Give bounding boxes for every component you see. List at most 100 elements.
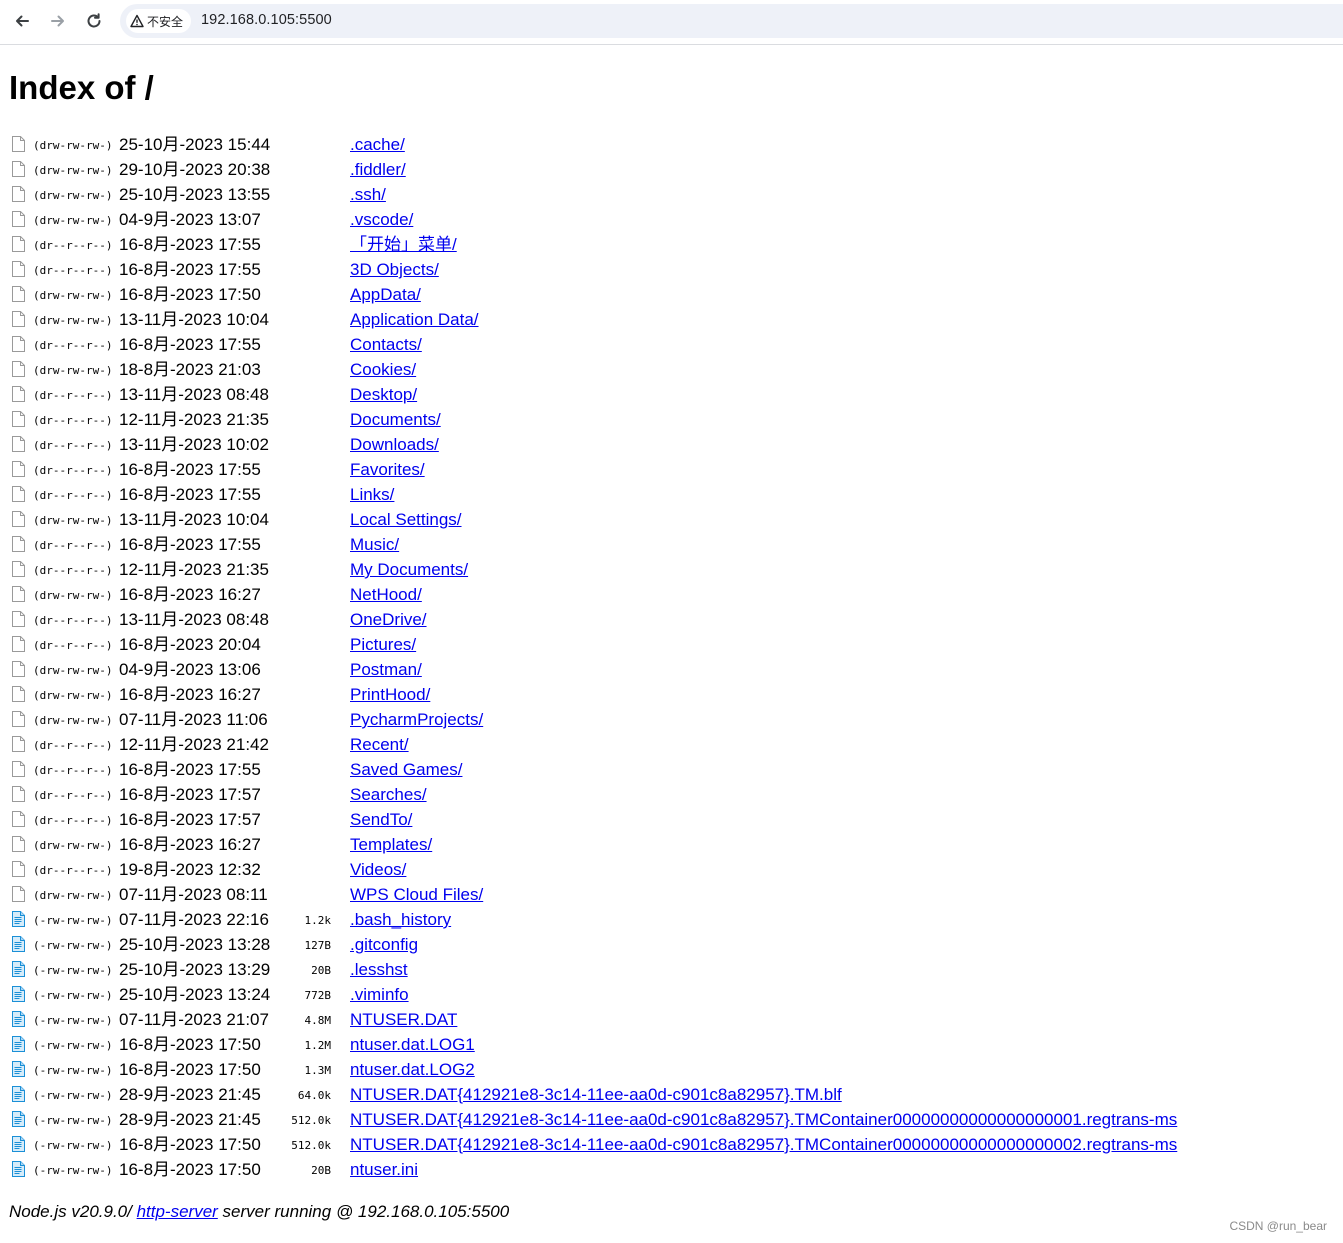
back-button[interactable] xyxy=(9,8,35,34)
text-file-icon xyxy=(12,985,25,1002)
entry-link[interactable]: NetHood/ xyxy=(350,582,422,607)
modified-date: 16-8月-2023 17:57 xyxy=(119,810,261,829)
entry-link[interactable]: Documents/ xyxy=(350,407,441,432)
modified-date: 13-11月-2023 10:02 xyxy=(119,435,269,454)
entry-link[interactable]: Searches/ xyxy=(350,782,427,807)
blank-page-icon xyxy=(12,785,25,802)
modified-date: 13-11月-2023 08:48 xyxy=(119,610,269,629)
entry-link[interactable]: Favorites/ xyxy=(350,457,425,482)
entry-link[interactable]: .vscode/ xyxy=(350,207,413,232)
entry-link[interactable]: .bash_history xyxy=(350,907,451,932)
file-size: 512.0k xyxy=(291,1139,331,1152)
permissions-text: (drw-rw-rw-) xyxy=(33,214,113,227)
entry-link[interactable]: PycharmProjects/ xyxy=(350,707,483,732)
entry-link[interactable]: ntuser.ini xyxy=(350,1157,418,1182)
blank-page-icon xyxy=(12,460,25,477)
entry-link[interactable]: Cookies/ xyxy=(350,357,416,382)
entry-link[interactable]: PrintHood/ xyxy=(350,682,430,707)
list-item: (-rw-rw-rw-) 16-8月-2023 17:50 1.2M ntuse… xyxy=(11,1032,1211,1057)
file-size: 1.2k xyxy=(304,914,332,927)
entry-link[interactable]: .ssh/ xyxy=(350,182,386,207)
blank-page-icon xyxy=(12,385,25,402)
entry-link[interactable]: SendTo/ xyxy=(350,807,412,832)
list-item: (drw-rw-rw-) 25-10月-2023 13:55 .ssh/ xyxy=(11,182,1211,207)
entry-link[interactable]: Saved Games/ xyxy=(350,757,462,782)
modified-date: 19-8月-2023 12:32 xyxy=(119,860,261,879)
file-size: 127B xyxy=(304,939,332,952)
entry-link[interactable]: NTUSER.DAT xyxy=(350,1007,457,1032)
modified-date: 12-11月-2023 21:35 xyxy=(119,410,269,429)
entry-link[interactable]: WPS Cloud Files/ xyxy=(350,882,483,907)
url-text[interactable]: 192.168.0.105:5500 xyxy=(201,12,332,28)
entry-link[interactable]: AppData/ xyxy=(350,282,421,307)
modified-date: 28-9月-2023 21:45 xyxy=(119,1110,261,1129)
entry-link[interactable]: Music/ xyxy=(350,532,399,557)
permissions-text: (-rw-rw-rw-) xyxy=(33,1139,113,1152)
entry-link[interactable]: Links/ xyxy=(350,482,394,507)
modified-date: 16-8月-2023 17:57 xyxy=(119,785,261,804)
permissions-text: (drw-rw-rw-) xyxy=(33,314,113,327)
entry-link[interactable]: OneDrive/ xyxy=(350,607,427,632)
entry-link[interactable]: .fiddler/ xyxy=(350,157,406,182)
modified-date: 25-10月-2023 13:55 xyxy=(119,185,271,204)
list-item: (dr--r--r--) 12-11月-2023 21:35 Documents… xyxy=(11,407,1211,432)
entry-link[interactable]: Local Settings/ xyxy=(350,507,462,532)
modified-date: 16-8月-2023 16:27 xyxy=(119,685,261,704)
list-item: (dr--r--r--) 16-8月-2023 17:55 Music/ xyxy=(11,532,1211,557)
http-server-link[interactable]: http-server xyxy=(137,1202,218,1221)
blank-page-icon xyxy=(12,410,25,427)
entry-link[interactable]: Templates/ xyxy=(350,832,432,857)
list-item: (dr--r--r--) 16-8月-2023 17:57 SendTo/ xyxy=(11,807,1211,832)
entry-link[interactable]: ntuser.dat.LOG2 xyxy=(350,1057,475,1082)
entry-link[interactable]: Postman/ xyxy=(350,657,422,682)
modified-date: 16-8月-2023 17:50 xyxy=(119,1160,261,1179)
modified-date: 04-9月-2023 13:07 xyxy=(119,210,261,229)
entry-link[interactable]: Contacts/ xyxy=(350,332,422,357)
entry-link[interactable]: Desktop/ xyxy=(350,382,417,407)
permissions-text: (drw-rw-rw-) xyxy=(33,189,113,202)
list-item: (-rw-rw-rw-) 16-8月-2023 17:50 1.3M ntuse… xyxy=(11,1057,1211,1082)
blank-page-icon xyxy=(12,560,25,577)
entry-link[interactable]: Pictures/ xyxy=(350,632,416,657)
entry-link[interactable]: My Documents/ xyxy=(350,557,468,582)
blank-page-icon xyxy=(12,585,25,602)
entry-link[interactable]: ntuser.dat.LOG1 xyxy=(350,1032,475,1057)
entry-link[interactable]: Downloads/ xyxy=(350,432,439,457)
entry-link[interactable]: .gitconfig xyxy=(350,932,418,957)
modified-date: 25-10月-2023 13:24 xyxy=(119,985,271,1004)
text-file-icon xyxy=(12,935,25,952)
entry-link[interactable]: Recent/ xyxy=(350,732,409,757)
modified-date: 16-8月-2023 17:55 xyxy=(119,535,261,554)
entry-link[interactable]: Videos/ xyxy=(350,857,406,882)
entry-link[interactable]: 3D Objects/ xyxy=(350,257,439,282)
blank-page-icon xyxy=(12,635,25,652)
entry-link[interactable]: NTUSER.DAT{412921e8-3c14-11ee-aa0d-c901c… xyxy=(350,1082,842,1107)
entry-link[interactable]: .viminfo xyxy=(350,982,409,1007)
modified-date: 25-10月-2023 13:28 xyxy=(119,935,271,954)
blank-page-icon xyxy=(12,760,25,777)
browser-toolbar: 不安全 192.168.0.105:5500 xyxy=(0,0,1343,45)
blank-page-icon xyxy=(12,735,25,752)
modified-date: 16-8月-2023 17:55 xyxy=(119,760,261,779)
entry-link[interactable]: .cache/ xyxy=(350,132,405,157)
blank-page-icon xyxy=(12,835,25,852)
permissions-text: (-rw-rw-rw-) xyxy=(33,1064,113,1077)
list-item: (dr--r--r--) 16-8月-2023 17:55 Favorites/ xyxy=(11,457,1211,482)
modified-date: 25-10月-2023 15:44 xyxy=(119,135,271,154)
permissions-text: (dr--r--r--) xyxy=(33,464,113,477)
reload-button[interactable] xyxy=(81,8,107,34)
entry-link[interactable]: Application Data/ xyxy=(350,307,479,332)
security-indicator[interactable]: 不安全 xyxy=(126,9,192,33)
entry-link[interactable]: .lesshst xyxy=(350,957,408,982)
entry-link[interactable]: NTUSER.DAT{412921e8-3c14-11ee-aa0d-c901c… xyxy=(350,1132,1177,1157)
entry-link[interactable]: 「开始」菜单/ xyxy=(350,232,457,257)
address-bar[interactable]: 不安全 192.168.0.105:5500 xyxy=(120,4,1343,38)
entry-link[interactable]: NTUSER.DAT{412921e8-3c14-11ee-aa0d-c901c… xyxy=(350,1107,1177,1132)
list-item: (drw-rw-rw-) 07-11月-2023 11:06 PycharmPr… xyxy=(11,707,1211,732)
permissions-text: (dr--r--r--) xyxy=(33,814,113,827)
list-item: (drw-rw-rw-) 13-11月-2023 10:04 Applicati… xyxy=(11,307,1211,332)
permissions-text: (dr--r--r--) xyxy=(33,614,113,627)
blank-page-icon xyxy=(12,285,25,302)
forward-button[interactable] xyxy=(45,8,71,34)
modified-date: 07-11月-2023 08:11 xyxy=(119,885,268,904)
